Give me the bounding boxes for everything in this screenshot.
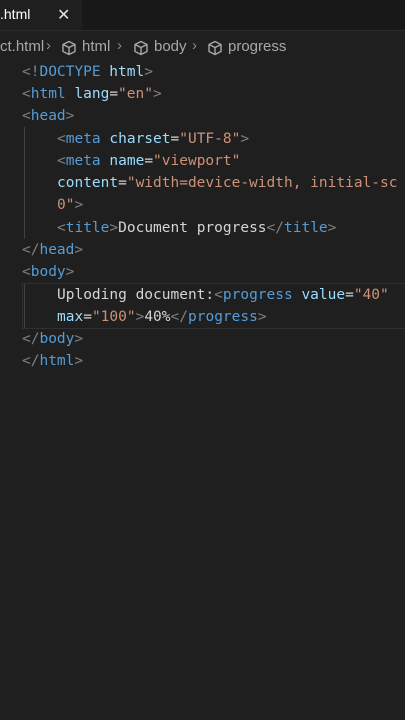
tab-bar: .html ✕: [0, 0, 405, 31]
breadcrumb-file[interactable]: ct.html: [0, 38, 44, 55]
code-line-5-wrap[interactable]: content="width=device-width, initial-sc: [57, 172, 397, 194]
code-line-10[interactable]: </body>: [22, 328, 83, 350]
breadcrumb-item-body[interactable]: body: [154, 38, 187, 55]
cube-icon: [208, 40, 222, 56]
code-line-9-wrap[interactable]: max="100">40%</progress>: [57, 306, 267, 328]
chevron-right-icon: ›: [192, 37, 197, 54]
chevron-right-icon: ›: [117, 37, 122, 54]
code-line-5[interactable]: <meta name="viewport": [57, 150, 240, 172]
close-icon[interactable]: ✕: [57, 5, 70, 25]
code-line-5-wrap-2[interactable]: 0">: [57, 194, 83, 216]
chevron-right-icon: ›: [46, 37, 51, 54]
breadcrumb-item-html[interactable]: html: [82, 38, 110, 55]
cube-icon: [134, 40, 148, 56]
code-line-7[interactable]: </head>: [22, 239, 83, 261]
breadcrumb: ct.html › html › body › progress: [0, 37, 405, 59]
code-line-2[interactable]: <html lang="en">: [22, 83, 162, 105]
cube-icon: [62, 40, 76, 56]
breadcrumb-item-progress[interactable]: progress: [228, 38, 286, 55]
indent-guide: [24, 127, 25, 239]
code-line-3[interactable]: <head>: [22, 105, 74, 127]
code-line-9[interactable]: Uploding document:<progress value="40": [57, 284, 389, 306]
tab-index-html[interactable]: .html ✕: [0, 0, 82, 30]
code-line-11[interactable]: </html>: [22, 350, 83, 372]
code-line-4[interactable]: <meta charset="UTF-8">: [57, 128, 249, 150]
code-line-1[interactable]: <!DOCTYPE html>: [22, 61, 153, 83]
tab-label: .html: [0, 6, 31, 22]
code-line-6[interactable]: <title>Document progress</title>: [57, 217, 336, 239]
code-line-8[interactable]: <body>: [22, 261, 74, 283]
